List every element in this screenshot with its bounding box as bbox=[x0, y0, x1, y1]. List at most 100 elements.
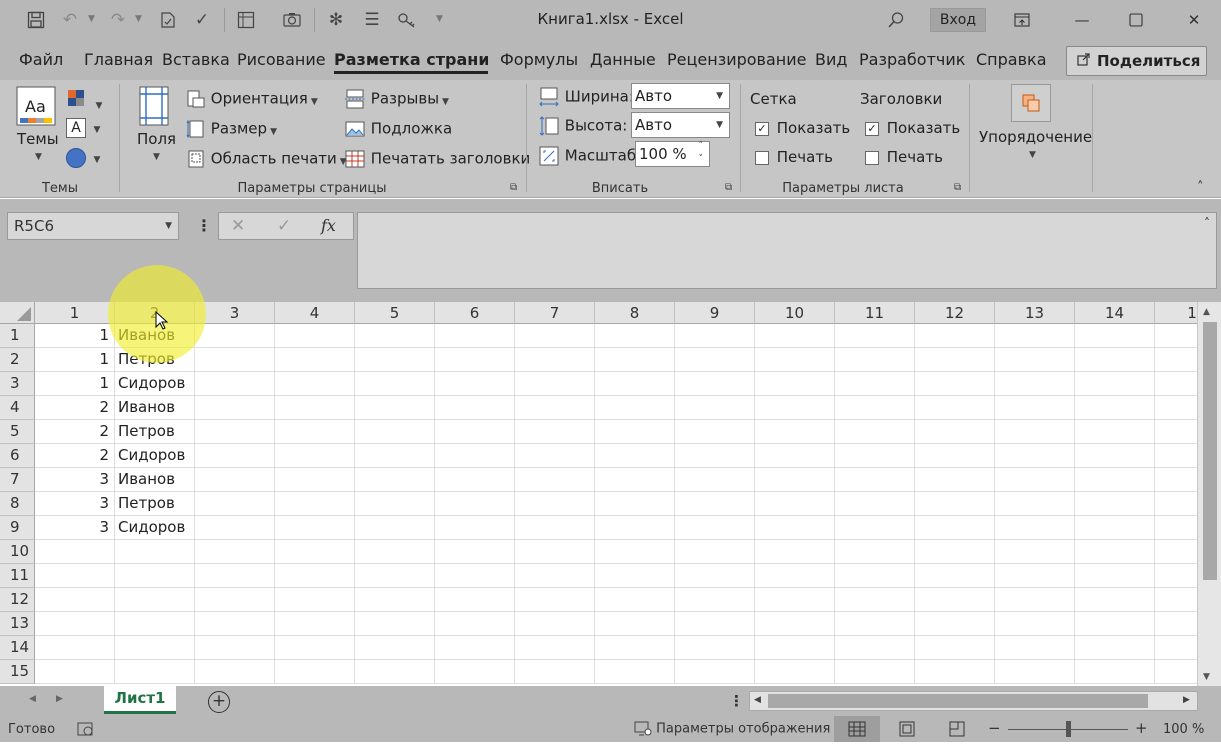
cell[interactable] bbox=[835, 348, 915, 372]
cell[interactable] bbox=[355, 492, 435, 516]
maximize-icon[interactable] bbox=[1118, 6, 1154, 34]
cell[interactable] bbox=[675, 468, 755, 492]
search-icon[interactable] bbox=[884, 8, 908, 32]
cell[interactable] bbox=[1075, 372, 1155, 396]
cell[interactable] bbox=[435, 468, 515, 492]
cell[interactable]: 2 bbox=[35, 420, 115, 444]
cell[interactable] bbox=[1075, 612, 1155, 636]
row-header[interactable]: 4 bbox=[0, 396, 35, 420]
cell[interactable] bbox=[835, 468, 915, 492]
cell[interactable] bbox=[35, 660, 115, 684]
cell[interactable] bbox=[595, 540, 675, 564]
prev-sheet-icon[interactable]: ◀ bbox=[29, 694, 36, 704]
cell[interactable] bbox=[1155, 444, 1197, 468]
cell[interactable] bbox=[995, 324, 1075, 348]
cell[interactable] bbox=[835, 324, 915, 348]
cell[interactable] bbox=[995, 564, 1075, 588]
tab-insert[interactable]: Вставка bbox=[162, 48, 230, 74]
cell[interactable] bbox=[115, 540, 195, 564]
row-header[interactable]: 1 bbox=[0, 324, 35, 348]
cell[interactable] bbox=[1075, 660, 1155, 684]
cell[interactable] bbox=[195, 468, 275, 492]
margins-button[interactable] bbox=[137, 86, 171, 126]
cell[interactable] bbox=[675, 636, 755, 660]
cell[interactable] bbox=[1075, 348, 1155, 372]
cell[interactable]: Иванов bbox=[115, 468, 195, 492]
column-header[interactable]: 13 bbox=[995, 302, 1075, 324]
cell[interactable] bbox=[195, 492, 275, 516]
cell[interactable] bbox=[515, 540, 595, 564]
breaks-button[interactable]: Разрывы ▼ bbox=[344, 89, 449, 109]
cell[interactable] bbox=[995, 516, 1075, 540]
cell[interactable] bbox=[835, 492, 915, 516]
cell[interactable] bbox=[195, 660, 275, 684]
tab-help[interactable]: Справка bbox=[976, 48, 1047, 74]
cell[interactable] bbox=[755, 588, 835, 612]
cell[interactable] bbox=[275, 396, 355, 420]
cell[interactable] bbox=[995, 540, 1075, 564]
cell[interactable] bbox=[1155, 372, 1197, 396]
cell[interactable] bbox=[755, 444, 835, 468]
cell[interactable] bbox=[435, 540, 515, 564]
cell[interactable] bbox=[755, 636, 835, 660]
cell[interactable] bbox=[355, 516, 435, 540]
cell[interactable] bbox=[435, 636, 515, 660]
cell[interactable] bbox=[1075, 492, 1155, 516]
normal-view-button[interactable] bbox=[834, 716, 880, 742]
spinner-icon[interactable]: ˄ ˅ bbox=[699, 140, 704, 166]
cell[interactable] bbox=[515, 372, 595, 396]
cell[interactable] bbox=[1155, 636, 1197, 660]
cell[interactable] bbox=[755, 516, 835, 540]
cell[interactable] bbox=[1155, 612, 1197, 636]
close-icon[interactable]: ✕ bbox=[1176, 6, 1212, 34]
cell[interactable] bbox=[1155, 492, 1197, 516]
cell[interactable] bbox=[995, 636, 1075, 660]
cell[interactable]: 2 bbox=[35, 396, 115, 420]
cell[interactable] bbox=[195, 540, 275, 564]
cell[interactable] bbox=[355, 636, 435, 660]
cell[interactable] bbox=[595, 420, 675, 444]
cell[interactable] bbox=[595, 444, 675, 468]
cell[interactable] bbox=[995, 420, 1075, 444]
cell[interactable] bbox=[755, 324, 835, 348]
cell[interactable] bbox=[1155, 324, 1197, 348]
cell[interactable] bbox=[915, 348, 995, 372]
cell[interactable]: 2 bbox=[35, 444, 115, 468]
tab-developer[interactable]: Разработчик bbox=[859, 48, 965, 74]
cell[interactable] bbox=[675, 516, 755, 540]
row-header[interactable]: 2 bbox=[0, 348, 35, 372]
cell[interactable] bbox=[515, 324, 595, 348]
cell[interactable] bbox=[515, 660, 595, 684]
cell[interactable] bbox=[515, 564, 595, 588]
cell[interactable] bbox=[915, 372, 995, 396]
cell[interactable] bbox=[275, 660, 355, 684]
cell[interactable] bbox=[355, 348, 435, 372]
cell[interactable] bbox=[195, 444, 275, 468]
cell[interactable] bbox=[195, 396, 275, 420]
cell[interactable] bbox=[1075, 420, 1155, 444]
row-header[interactable]: 7 bbox=[0, 468, 35, 492]
cell[interactable] bbox=[675, 540, 755, 564]
cell[interactable] bbox=[915, 636, 995, 660]
tab-data[interactable]: Данные bbox=[590, 48, 656, 74]
cell[interactable] bbox=[35, 540, 115, 564]
cell[interactable] bbox=[515, 516, 595, 540]
tab-formulas[interactable]: Формулы bbox=[500, 48, 578, 74]
formula-input[interactable]: ˄ bbox=[357, 212, 1217, 289]
scroll-right-icon[interactable]: ▶ bbox=[1183, 695, 1190, 705]
scroll-thumb[interactable] bbox=[768, 694, 1148, 708]
cell[interactable] bbox=[595, 492, 675, 516]
column-header[interactable]: 12 bbox=[915, 302, 995, 324]
cell[interactable] bbox=[1075, 516, 1155, 540]
cell[interactable] bbox=[755, 468, 835, 492]
cell[interactable] bbox=[515, 612, 595, 636]
cell[interactable] bbox=[675, 564, 755, 588]
cell[interactable] bbox=[195, 420, 275, 444]
row-header[interactable]: 15 bbox=[0, 660, 35, 684]
cell[interactable] bbox=[915, 420, 995, 444]
cell[interactable] bbox=[115, 660, 195, 684]
column-header[interactable]: 1 bbox=[35, 302, 115, 324]
cell[interactable] bbox=[675, 396, 755, 420]
cell[interactable]: 1 bbox=[35, 324, 115, 348]
cell[interactable] bbox=[1155, 660, 1197, 684]
